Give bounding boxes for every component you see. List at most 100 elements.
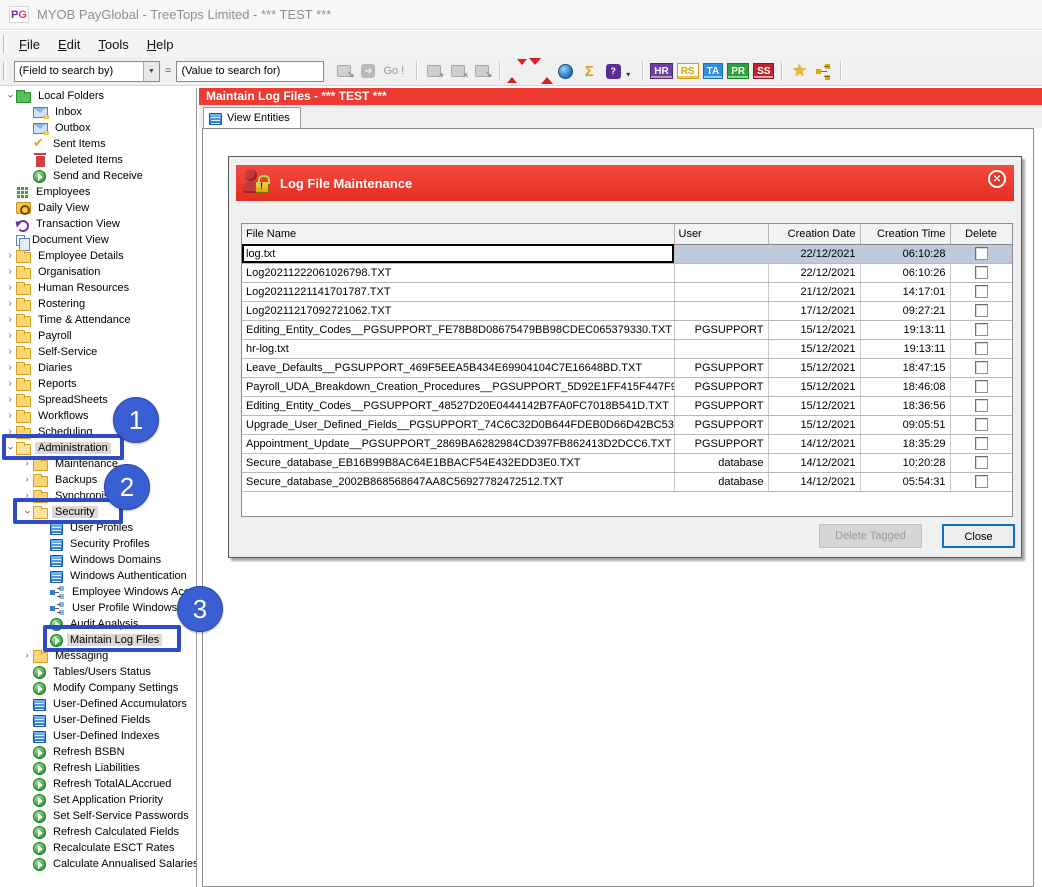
user-cell[interactable]: PGSUPPORT [674,320,768,339]
sidebar-item-set-application-priority[interactable]: Set Application Priority [0,792,196,808]
creation-time-cell[interactable]: 09:05:51 [860,415,950,434]
sidebar-item-transaction-view[interactable]: Transaction View [0,216,196,232]
delete-checkbox[interactable] [975,247,988,260]
sidebar-item-inbox[interactable]: Inbox [0,104,196,120]
toolbar-grip[interactable] [3,35,6,53]
sum-icon[interactable]: Σ [579,61,599,81]
creation-date-cell[interactable]: 22/12/2021 [768,263,860,282]
table-row[interactable]: Leave_Defaults__PGSUPPORT_469F5EEA5B434E… [242,358,1012,377]
creation-date-cell[interactable]: 22/12/2021 [768,244,860,263]
menu-file[interactable]: File [10,33,49,56]
sidebar-item-set-self-service-passwords[interactable]: Set Self-Service Passwords [0,808,196,824]
menu-help[interactable]: Help [138,33,183,56]
module-pr-button[interactable]: PR [727,63,749,79]
column-header-creation-time[interactable]: Creation Time [860,224,950,244]
delete-checkbox[interactable] [975,285,988,298]
sidebar-item-backups[interactable]: ›Backups [0,472,196,488]
creation-time-cell[interactable]: 06:10:28 [860,244,950,263]
file-name-cell[interactable]: Log20211221141701787.TXT [242,282,674,301]
hourglass-icon[interactable] [531,61,551,81]
user-cell[interactable]: PGSUPPORT [674,415,768,434]
creation-date-cell[interactable]: 17/12/2021 [768,301,860,320]
user-cell[interactable]: PGSUPPORT [674,377,768,396]
delete-record-icon[interactable] [448,61,468,81]
column-header-delete[interactable]: Delete [950,224,1012,244]
tab-view-entities[interactable]: View Entities [203,107,301,128]
menu-edit[interactable]: Edit [49,33,89,56]
table-row[interactable]: log.txt22/12/202106:10:28 [242,244,1012,263]
creation-time-cell[interactable]: 18:47:15 [860,358,950,377]
delete-checkbox[interactable] [975,380,988,393]
search-value-input[interactable]: (Value to search for) [176,61,324,82]
file-name-cell[interactable]: Log20211217092721062.TXT [242,301,674,320]
chevron-right-icon[interactable]: › [21,459,33,469]
sidebar-item-calculate-annualised-salaries[interactable]: Calculate Annualised Salaries [0,856,196,872]
creation-date-cell[interactable]: 15/12/2021 [768,396,860,415]
chevron-down-icon[interactable]: › [5,442,15,454]
search-options-icon[interactable] [334,61,354,81]
menu-tools[interactable]: Tools [89,33,137,56]
file-name-cell[interactable]: Appointment_Update__PGSUPPORT_2869BA6282… [242,434,674,453]
user-cell[interactable] [674,339,768,358]
sidebar-item-audit-analysis[interactable]: Audit Analysis [0,616,196,632]
sidebar-item-human-resources[interactable]: ›Human Resources [0,280,196,296]
file-name-cell[interactable]: Secure_database_2002B868568647AA8C569277… [242,472,674,491]
sidebar-item-user-defined-fields[interactable]: User-Defined Fields [0,712,196,728]
chevron-right-icon[interactable]: › [4,411,16,421]
sidebar-item-refresh-bsbn[interactable]: Refresh BSBN [0,744,196,760]
sidebar-item-scheduling[interactable]: ›Scheduling [0,424,196,440]
creation-time-cell[interactable]: 05:54:31 [860,472,950,491]
file-name-cell[interactable]: hr-log.txt [242,339,674,358]
delete-checkbox[interactable] [975,475,988,488]
creation-time-cell[interactable]: 18:46:08 [860,377,950,396]
chevron-right-icon[interactable]: › [4,315,16,325]
sidebar-item-daily-view[interactable]: Daily View [0,200,196,216]
module-ss-button[interactable]: SS [753,63,774,79]
favorites-star-icon[interactable]: ★ [789,61,809,81]
sidebar-item-windows-authentication[interactable]: Windows Authentication [0,568,196,584]
delete-checkbox[interactable] [975,456,988,469]
delete-checkbox[interactable] [975,323,988,336]
delete-checkbox[interactable] [975,304,988,317]
chevron-right-icon[interactable]: › [21,475,33,485]
sidebar-item-user-profile-windows-accounts[interactable]: User Profile Windows Accounts [0,600,196,616]
chevron-right-icon[interactable]: › [4,251,16,261]
table-row[interactable]: Payroll_UDA_Breakdown_Creation_Procedure… [242,377,1012,396]
sidebar-item-synchronisation[interactable]: ›Synchronisation [0,488,196,504]
creation-time-cell[interactable]: 14:17:01 [860,282,950,301]
chevron-right-icon[interactable]: › [4,299,16,309]
sidebar-item-payroll[interactable]: ›Payroll [0,328,196,344]
file-name-cell[interactable]: Upgrade_User_Defined_Fields__PGSUPPORT_7… [242,415,674,434]
chevron-right-icon[interactable]: › [21,651,33,661]
sidebar-item-user-defined-accumulators[interactable]: User-Defined Accumulators [0,696,196,712]
creation-time-cell[interactable]: 10:20:28 [860,453,950,472]
file-name-cell[interactable]: Payroll_UDA_Breakdown_Creation_Procedure… [242,377,674,396]
delete-checkbox[interactable] [975,418,988,431]
creation-time-cell[interactable]: 19:13:11 [860,339,950,358]
chevron-right-icon[interactable]: › [4,267,16,277]
close-icon[interactable]: ✕ [988,170,1006,188]
table-row[interactable]: Secure_database_EB16B99B8AC64E1BBACF54E4… [242,453,1012,472]
user-cell[interactable]: database [674,453,768,472]
chevron-down-icon[interactable]: › [5,90,15,102]
delete-checkbox[interactable] [975,266,988,279]
user-cell[interactable] [674,282,768,301]
module-ta-button[interactable]: TA [703,63,724,79]
chevron-right-icon[interactable]: › [4,331,16,341]
creation-time-cell[interactable]: 06:10:26 [860,263,950,282]
creation-time-cell[interactable]: 19:13:11 [860,320,950,339]
file-name-cell[interactable]: Leave_Defaults__PGSUPPORT_469F5EEA5B434E… [242,358,674,377]
creation-date-cell[interactable]: 15/12/2021 [768,339,860,358]
sidebar-item-outbox[interactable]: Outbox [0,120,196,136]
table-row[interactable]: Log20211222061026798.TXT22/12/202106:10:… [242,263,1012,282]
new-record-icon[interactable] [424,61,444,81]
sidebar-item-maintenance[interactable]: ›Maintenance [0,456,196,472]
sidebar-item-workflows[interactable]: ›Workflows [0,408,196,424]
sidebar-item-time-attendance[interactable]: ›Time & Attendance [0,312,196,328]
toolbar-overflow-icon[interactable]: ▾ [626,70,630,79]
sidebar-item-document-view[interactable]: Document View [0,232,196,248]
globe-icon[interactable] [555,61,575,81]
table-row[interactable]: Log20211217092721062.TXT17/12/202109:27:… [242,301,1012,320]
user-cell[interactable] [674,301,768,320]
sidebar-item-maintain-log-files[interactable]: Maintain Log Files [0,632,196,648]
